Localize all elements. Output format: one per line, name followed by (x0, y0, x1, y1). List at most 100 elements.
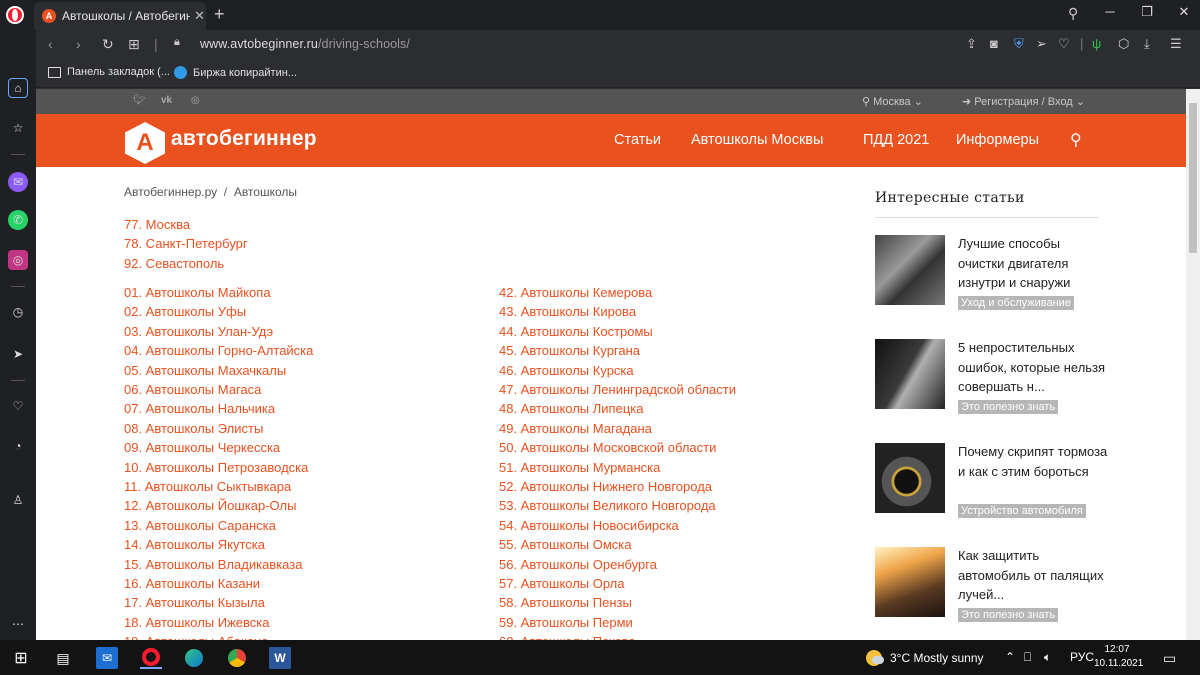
article-card[interactable]: 5 непростительных ошибок, которые нельзя… (875, 339, 1105, 429)
article-card[interactable]: Почему скрипят тормоза и как с этим боро… (875, 442, 1108, 533)
reload-icon[interactable]: ↻ (102, 36, 114, 53)
driving-school-link[interactable]: 03. Автошколы Улан-Удэ (124, 324, 273, 339)
driving-school-link[interactable]: 44. Автошколы Костромы (499, 324, 653, 339)
city-selector[interactable]: ⚲ Москва ⌄ (862, 95, 923, 108)
driving-school-link[interactable]: 12. Автошколы Йошкар-Олы (124, 498, 296, 513)
camera-icon[interactable]: ◙ (990, 36, 998, 51)
driving-school-link[interactable]: 17. Автошколы Кызыла (124, 595, 265, 610)
scrollbar[interactable] (1186, 89, 1200, 640)
driving-school-link[interactable]: 53. Автошколы Великого Новгорода (499, 498, 716, 513)
article-tag[interactable]: Устройство автомобиля (958, 504, 1086, 518)
clock[interactable]: 12:07 10.11.2021 (1094, 643, 1143, 671)
driving-school-link[interactable]: 16. Автошколы Казани (124, 576, 260, 591)
driving-school-link[interactable]: 13. Автошколы Саранска (124, 518, 276, 533)
article-title[interactable]: Лучшие способы очистки двигателя изнутри… (958, 234, 1108, 293)
network-icon[interactable]: ⎕ (1024, 650, 1031, 665)
volume-icon[interactable]: 🔈︎ (1044, 650, 1051, 665)
driving-school-link[interactable]: 42. Автошколы Кемерова (499, 285, 652, 300)
driving-school-link[interactable]: 14. Автошколы Якутска (124, 537, 265, 552)
nav-informers[interactable]: Информеры (956, 132, 1039, 148)
download-icon[interactable]: ⤓ (1144, 36, 1150, 52)
driving-school-link[interactable]: 47. Автошколы Ленинградской области (499, 382, 736, 397)
opera-menu-icon[interactable] (6, 6, 24, 24)
driving-school-link[interactable]: 59. Автошколы Перми (499, 615, 633, 630)
instagram-icon[interactable]: ◎ (191, 95, 200, 106)
bulb-icon[interactable]: ♙ (8, 490, 28, 510)
chevron-up-icon[interactable]: ⌃ (1005, 650, 1015, 664)
scroll-thumb[interactable] (1189, 103, 1197, 253)
driving-school-link[interactable]: 54. Автошколы Новосибирска (499, 518, 679, 533)
share-icon[interactable]: ⇪ (966, 36, 977, 52)
word-icon[interactable]: W (269, 647, 291, 669)
city-link[interactable]: 77. Москва (124, 217, 190, 232)
article-title[interactable]: 5 непростительных ошибок, которые нельзя… (958, 338, 1108, 397)
shield-icon[interactable]: ⛨ (1014, 36, 1024, 52)
driving-school-link[interactable]: 10. Автошколы Петрозаводска (124, 460, 308, 475)
menu-icon[interactable]: ☰ (1170, 36, 1182, 52)
nav-pdd[interactable]: ПДД 2021 (863, 132, 929, 148)
driving-school-link[interactable]: 01. Автошколы Майкопа (124, 285, 271, 300)
driving-school-link[interactable]: 45. Автошколы Кургана (499, 343, 640, 358)
notifications-icon[interactable]: ▭ (1163, 650, 1176, 667)
vk-icon[interactable]: vk (161, 95, 172, 106)
mail-icon[interactable]: ✉ (96, 647, 118, 669)
close-tab-icon[interactable]: ✕ (194, 8, 205, 24)
back-icon[interactable]: ‹ (48, 36, 53, 52)
driving-school-link[interactable]: 57. Автошколы Орла (499, 576, 624, 591)
search-tabs-icon[interactable]: ⚲ (1068, 5, 1078, 22)
driving-school-link[interactable]: 56. Автошколы Оренбурга (499, 557, 657, 572)
new-tab-icon[interactable]: + (214, 4, 225, 25)
article-title[interactable]: Почему скрипят тормоза и как с этим боро… (958, 442, 1108, 481)
driving-school-link[interactable]: 51. Автошколы Мурманска (499, 460, 660, 475)
battery-icon[interactable]: ψ (1092, 36, 1101, 51)
whatsapp-icon[interactable]: ✆ (8, 210, 28, 230)
driving-school-link[interactable]: 49. Автошколы Магадана (499, 421, 652, 436)
cube-icon[interactable]: ⬡ (1118, 36, 1129, 52)
close-window-icon[interactable]: ✕ (1172, 4, 1196, 20)
send-icon[interactable]: ➢ (1036, 36, 1047, 52)
driving-school-link[interactable]: 11. Автошколы Сыктывкара (124, 479, 291, 494)
chrome-icon[interactable] (226, 647, 248, 669)
article-tag[interactable]: Уход и обслуживание (958, 296, 1074, 310)
home-icon[interactable]: ⌂ (8, 78, 28, 98)
player-icon[interactable]: ◷ (8, 302, 28, 322)
opera-icon[interactable] (140, 647, 162, 669)
messenger-icon[interactable]: ✉ (8, 172, 28, 192)
driving-school-link[interactable]: 48. Автошколы Липецка (499, 401, 643, 416)
lock-icon[interactable]: 🔒︎ (174, 36, 180, 49)
article-card[interactable]: Лучшие способы очистки двигателя изнутри… (875, 235, 1105, 325)
driving-school-link[interactable]: 06. Автошколы Магаса (124, 382, 261, 397)
driving-school-link[interactable]: 43. Автошколы Кирова (499, 304, 636, 319)
article-title[interactable]: Как защитить автомобиль от палящих лучей… (958, 546, 1108, 605)
gearshift-image[interactable] (875, 339, 945, 409)
url-field[interactable]: www.avtobeginner.ru/driving-schools/ (200, 37, 410, 51)
language-indicator[interactable]: РУС (1070, 650, 1094, 664)
driving-school-link[interactable]: 08. Автошколы Элисты (124, 421, 263, 436)
bookmark-item[interactable]: Биржа копирайтин... (174, 66, 297, 79)
driving-school-link[interactable]: 58. Автошколы Пензы (499, 595, 632, 610)
sunlight-car-image[interactable] (875, 547, 945, 617)
driving-school-link[interactable]: 04. Автошколы Горно-Алтайска (124, 343, 313, 358)
driving-school-link[interactable]: 15. Автошколы Владикавказа (124, 557, 302, 572)
driving-school-link[interactable]: 46. Автошколы Курска (499, 363, 634, 378)
article-tag[interactable]: Это полезно знать (958, 400, 1059, 414)
nav-moscow-schools[interactable]: Автошколы Москвы (691, 132, 823, 148)
task-view-icon[interactable]: ▤ (52, 647, 74, 669)
more-icon[interactable]: ⋯ (8, 614, 28, 634)
engine-image[interactable] (875, 235, 945, 305)
weather-widget[interactable]: 3°C Mostly sunny (866, 650, 984, 666)
driving-school-link[interactable]: 52. Автошколы Нижнего Новгорода (499, 479, 712, 494)
edge-icon[interactable] (183, 647, 205, 669)
driving-school-link[interactable]: 18. Автошколы Ижевска (124, 615, 270, 630)
logo-text[interactable]: автобегиннер (171, 127, 317, 151)
windows-start-icon[interactable]: ⊞ (10, 647, 32, 669)
city-link[interactable]: 78. Санкт-Петербург (124, 236, 248, 251)
heart-icon[interactable]: ♡ (1058, 36, 1070, 52)
send-icon[interactable]: ➤ (8, 344, 28, 364)
star-icon[interactable]: ☆ (8, 118, 28, 138)
article-tag[interactable]: Это полезно знать (958, 608, 1059, 622)
speed-dial-icon[interactable]: ⊞ (128, 36, 140, 53)
driving-school-link[interactable]: 02. Автошколы Уфы (124, 304, 246, 319)
maximize-icon[interactable]: ❐ (1135, 4, 1159, 20)
driving-school-link[interactable]: 55. Автошколы Омска (499, 537, 632, 552)
